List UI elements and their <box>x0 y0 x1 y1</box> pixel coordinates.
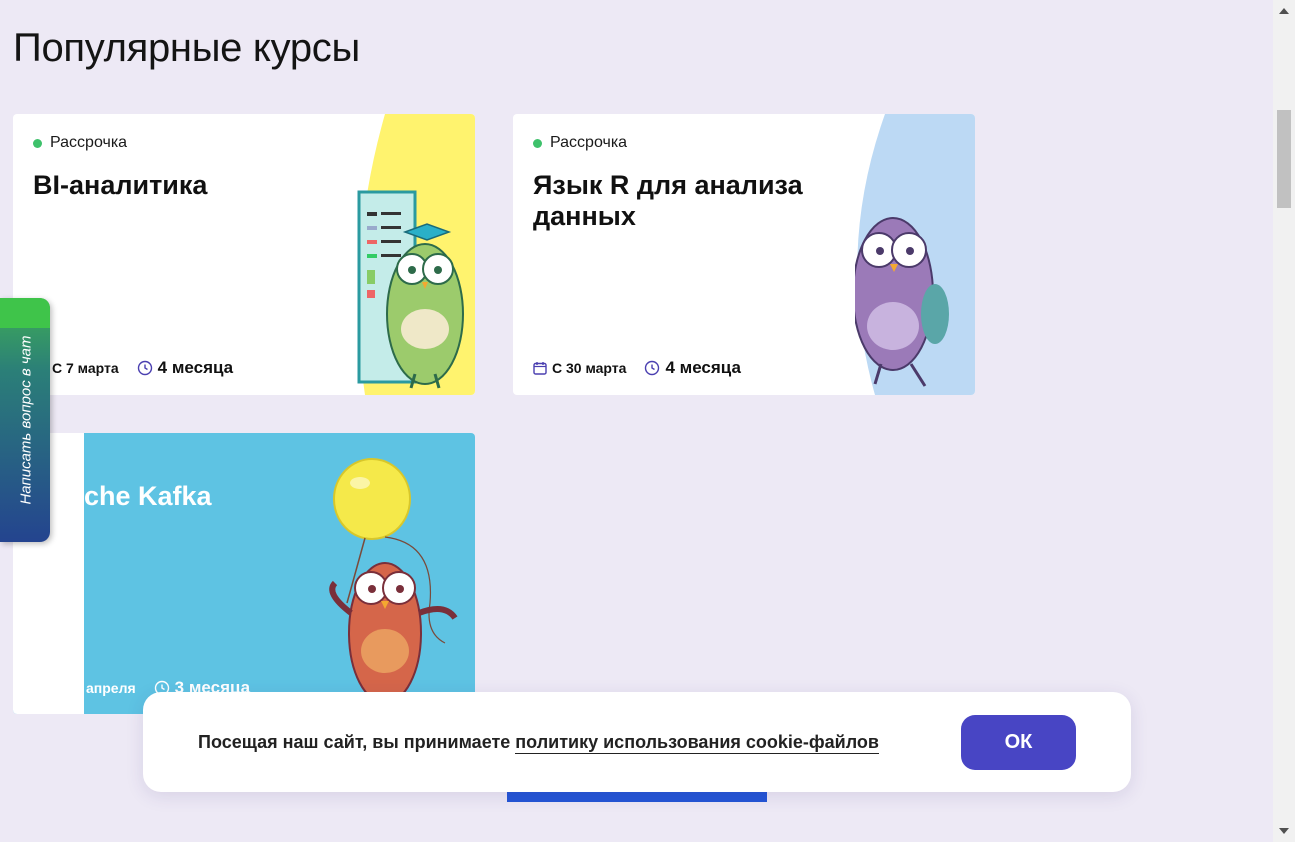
course-card-r-language[interactable]: Рассрочка Язык R для анализа данных С 30… <box>513 114 975 395</box>
installment-tag: Рассрочка <box>533 134 627 152</box>
course-title[interactable]: Язык R для анализа данных <box>533 170 833 232</box>
owl-balloon-illustration <box>329 458 458 704</box>
course-title[interactable]: BI-аналитика <box>33 170 333 201</box>
page-scrollbar[interactable] <box>1273 0 1295 842</box>
scroll-down-icon[interactable] <box>1279 828 1289 834</box>
course-card-bi-analytics[interactable]: Рассрочка BI-аналитика С 7 марта 4 месяц… <box>13 114 475 395</box>
dot-icon <box>533 138 542 148</box>
cookie-text: Посещая наш сайт, вы принимаете политику… <box>198 732 879 754</box>
clock-icon <box>137 360 152 376</box>
course-card-apache-kafka[interactable]: che Kafka апреля 3 месяца <box>13 433 475 714</box>
scroll-up-icon[interactable] <box>1279 8 1289 14</box>
clock-icon <box>645 360 660 376</box>
owl-illustration <box>855 114 975 395</box>
duration-label: 4 месяца <box>665 358 741 377</box>
owl-illustration <box>357 114 475 395</box>
course-meta: С 30 марта 4 месяца <box>533 358 741 378</box>
cookie-banner: Посещая наш сайт, вы принимаете политику… <box>143 692 1131 792</box>
dot-icon <box>33 138 42 148</box>
duration-label: 4 месяца <box>157 358 234 377</box>
scrollbar-thumb[interactable] <box>1277 110 1291 208</box>
page-title: Популярные курсы <box>13 26 360 70</box>
duration: 4 месяца <box>137 358 233 378</box>
chat-tab-label: Написать вопрос в чат <box>17 335 35 505</box>
duration: 4 месяца <box>644 358 741 378</box>
chat-tab-accent <box>0 298 50 328</box>
cookie-message: Посещая наш сайт, вы принимаете <box>198 732 516 752</box>
course-meta: С 7 марта 4 месяца <box>33 358 233 378</box>
installment-tag-label: Рассрочка <box>550 134 628 151</box>
start-date-label: апреля <box>86 680 136 696</box>
start-date-label: С 30 марта <box>552 360 627 376</box>
cookie-policy-link[interactable]: политику использования cookie-файлов <box>515 732 879 754</box>
installment-tag-label: Рассрочка <box>50 134 128 151</box>
cookie-ok-button[interactable]: ОК <box>961 715 1076 770</box>
chat-widget-tab[interactable]: Написать вопрос в чат <box>0 298 50 542</box>
calendar-icon <box>533 362 547 375</box>
start-date: С 30 марта <box>533 360 626 376</box>
start-date-label: С 7 марта <box>52 360 119 376</box>
installment-tag: Рассрочка <box>33 134 127 152</box>
course-title[interactable]: che Kafka <box>84 481 384 512</box>
start-date: апреля <box>86 680 136 696</box>
